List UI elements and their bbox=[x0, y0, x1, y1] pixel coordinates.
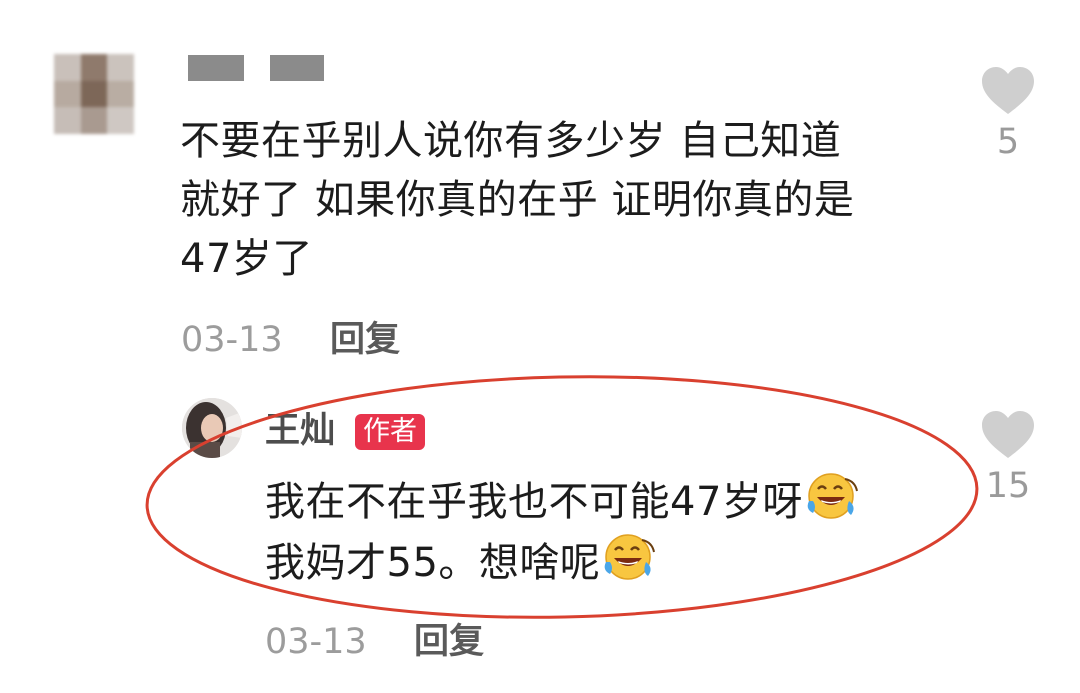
reply-line-text: 我妈才55。想啥呢 bbox=[265, 540, 601, 586]
comment-like-button[interactable]: 5 bbox=[973, 66, 1043, 162]
reply-reply-button[interactable]: 回复 bbox=[414, 622, 484, 662]
author-avatar[interactable] bbox=[182, 398, 242, 458]
commenter-name-redacted bbox=[270, 55, 324, 81]
comment-line: 就好了 如果你真的在乎 证明你真的是 bbox=[180, 177, 855, 223]
author-name[interactable]: 王灿 bbox=[265, 410, 335, 452]
reply-body: 我在不在乎我也不可能47岁呀 我妈才55。想啥呢 bbox=[265, 471, 861, 593]
heart-icon bbox=[982, 67, 1034, 114]
commenter-avatar-blurred[interactable] bbox=[54, 54, 134, 134]
heart-icon bbox=[982, 411, 1034, 458]
comment-line: 不要在乎别人说你有多少岁 自己知道 bbox=[180, 118, 842, 164]
author-avatar-image bbox=[182, 398, 242, 458]
reply-like-button[interactable]: 15 bbox=[973, 410, 1043, 506]
comment-line: 47岁了 bbox=[180, 236, 313, 282]
laughing-crying-emoji-icon bbox=[807, 473, 858, 519]
laughing-crying-emoji-icon bbox=[605, 534, 656, 580]
reply-like-count: 15 bbox=[985, 466, 1031, 506]
reply-line-text: 我在不在乎我也不可能47岁呀 bbox=[265, 479, 803, 525]
comment-reply-button[interactable]: 回复 bbox=[330, 320, 400, 360]
comment-like-count: 5 bbox=[996, 122, 1020, 162]
comment-date: 03-13 bbox=[181, 320, 283, 360]
reply-date: 03-13 bbox=[265, 622, 367, 662]
reply-line: 我妈才55。想啥呢 bbox=[265, 532, 861, 593]
reply-line: 我在不在乎我也不可能47岁呀 bbox=[265, 471, 861, 532]
author-badge: 作者 bbox=[355, 414, 425, 450]
commenter-name-redacted bbox=[188, 55, 244, 81]
comment-body: 不要在乎别人说你有多少岁 自己知道 就好了 如果你真的在乎 证明你真的是 47岁… bbox=[180, 112, 854, 289]
